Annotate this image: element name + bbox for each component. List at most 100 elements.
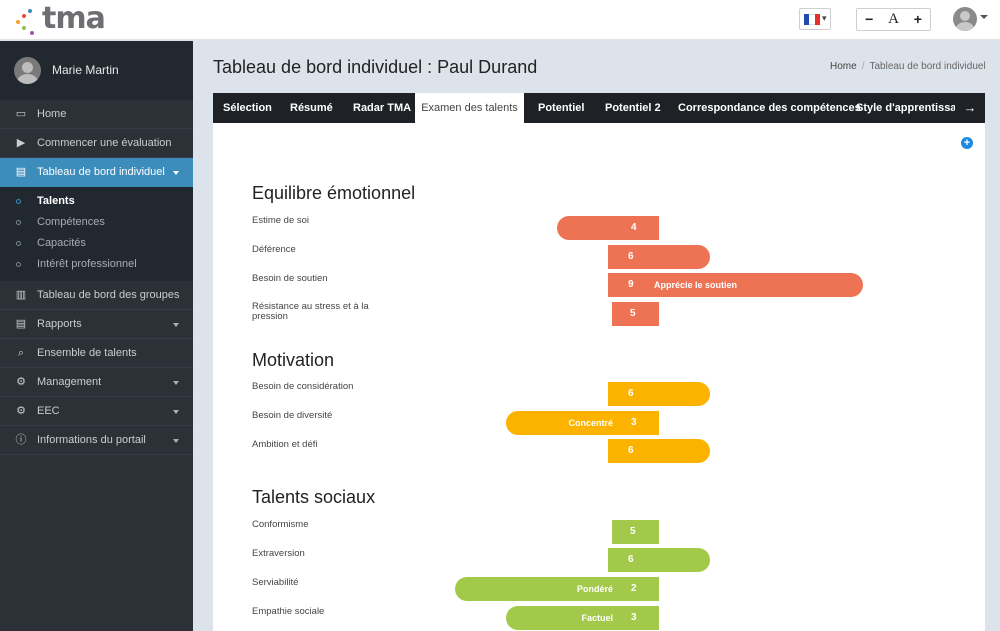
font-size-controls: − A + — [856, 8, 931, 31]
sidebar-item-home[interactable]: ▭ Home — [0, 100, 193, 129]
talent-bar: 6 — [608, 548, 710, 572]
cogs-icon: ⚙ — [16, 405, 26, 417]
document-icon: ▤ — [15, 318, 27, 330]
tma-logo[interactable]: tma — [12, 1, 112, 36]
bar-note: Apprécie le soutien — [654, 280, 738, 290]
breadcrumb: Home / Tableau de bord individuel — [830, 61, 986, 72]
bar-value: 6 — [628, 554, 634, 565]
row-label: Extraversion — [252, 548, 305, 559]
sidebar-item-portal-info[interactable]: ⓘ Informations du portail — [0, 426, 193, 455]
sidebar-item-management[interactable]: ⚙ Management — [0, 368, 193, 397]
talent-bar: 3 Concentré — [506, 411, 659, 435]
bar-value: 5 — [630, 526, 636, 537]
submenu-item-capacites[interactable]: Capacités — [0, 233, 193, 254]
tab-potentiel[interactable]: Potentiel — [538, 93, 584, 123]
bar-value: 3 — [631, 612, 637, 623]
tab-radar-tma[interactable]: Radar TMA — [353, 93, 411, 123]
submenu-item-interet-professionnel[interactable]: Intérêt professionnel — [0, 254, 193, 275]
bar-note: Pondéré — [576, 584, 613, 594]
bar-note: Factuel — [581, 613, 613, 623]
bar-value: 6 — [628, 251, 634, 262]
bar-value: 9 — [628, 279, 634, 290]
sidebar-item-individual-dashboard[interactable]: ▤ Tableau de bord individuel — [0, 158, 193, 187]
bar-value: 6 — [628, 388, 634, 399]
logo-text: tma — [42, 1, 106, 36]
language-selector[interactable]: ▾ — [799, 8, 831, 30]
row-label: Serviabilité — [252, 577, 299, 588]
top-bar: tma ▾ − A + — [0, 0, 1000, 40]
reset-font-button[interactable]: A — [881, 9, 905, 30]
row-label: Ambition et défi — [252, 439, 318, 450]
bar-value: 2 — [631, 583, 637, 594]
info-icon: ⓘ — [15, 434, 27, 446]
user-menu-caret-icon[interactable] — [980, 15, 988, 19]
sidebar-item-label: EEC — [37, 405, 60, 417]
cogs-icon: ⚙ — [16, 376, 26, 388]
search-icon: ⌕ — [17, 347, 25, 359]
section-title-emotional: Equilibre émotionnel — [252, 183, 416, 203]
chevron-down-icon — [173, 323, 179, 327]
sidebar-item-label: Management — [37, 376, 102, 388]
bar-value: 4 — [631, 222, 637, 233]
logo-dot — [16, 20, 20, 24]
section-title-motivation: Motivation — [252, 350, 335, 370]
tab-examen-des-talents[interactable]: Examen des talents — [415, 93, 524, 123]
circle-icon — [16, 220, 21, 225]
row-label: Conformisme — [252, 519, 309, 530]
submenu-item-label: Talents — [37, 195, 75, 207]
chevron-down-icon — [173, 171, 179, 175]
avatar-head — [960, 11, 970, 21]
tab-potentiel-2[interactable]: Potentiel 2 — [605, 93, 661, 123]
talent-bar: 9 Apprécie le soutien — [608, 273, 863, 297]
sidebar-item-label: Tableau de bord individuel — [37, 166, 165, 178]
tab-resume[interactable]: Résumé — [290, 93, 333, 123]
user-avatar[interactable] — [953, 7, 977, 31]
logo-dot — [30, 31, 34, 35]
sidebar: Marie Martin ▭ Home ▶ Commencer une éval… — [0, 41, 193, 631]
row-label: Besoin de soutien — [252, 273, 328, 284]
row-label: Besoin de considération — [252, 381, 354, 392]
sidebar-item-start-evaluation[interactable]: ▶ Commencer une évaluation — [0, 129, 193, 158]
tab-style-apprentissage[interactable]: Style d'apprentissage — [856, 93, 969, 123]
submenu-item-label: Intérêt professionnel — [37, 258, 137, 270]
monitor-icon: ▭ — [15, 108, 27, 120]
play-icon: ▶ — [16, 137, 26, 149]
tab-selection[interactable]: Sélection — [223, 93, 272, 123]
tab-correspondance-competences[interactable]: Correspondance des compétences — [678, 93, 861, 123]
logo-dot — [22, 26, 26, 30]
tab-scroll-right-icon[interactable]: → — [955, 93, 985, 123]
sidebar-item-label: Tableau de bord des groupes — [37, 289, 180, 301]
chevron-down-icon — [173, 410, 179, 414]
circle-icon — [16, 241, 21, 246]
sidebar-avatar — [14, 57, 41, 84]
file-icon: ▤ — [15, 166, 27, 178]
book-icon: ▥ — [15, 289, 27, 301]
sidebar-item-talent-pool[interactable]: ⌕ Ensemble de talents — [0, 339, 193, 368]
decrease-font-button[interactable]: − — [857, 9, 881, 30]
sidebar-item-reports[interactable]: ▤ Rapports — [0, 310, 193, 339]
bar-value: 6 — [628, 445, 634, 456]
talent-bar: 6 — [608, 382, 710, 406]
sidebar-item-group-dashboard[interactable]: ▥ Tableau de bord des groupes — [0, 281, 193, 310]
expand-plus-icon[interactable]: + — [961, 137, 973, 149]
circle-icon — [16, 262, 21, 267]
sidebar-item-eec[interactable]: ⚙ EEC — [0, 397, 193, 426]
individual-dashboard-submenu: Talents Compétences Capacités Intérêt pr… — [0, 187, 193, 281]
sidebar-item-label: Rapports — [37, 318, 82, 330]
increase-font-button[interactable]: + — [906, 9, 930, 30]
page-title: Tableau de bord individuel : Paul Durand — [213, 57, 538, 77]
breadcrumb-current: Tableau de bord individuel — [869, 61, 986, 72]
row-label: Estime de soi — [252, 215, 310, 226]
chevron-down-icon: ▾ — [822, 13, 827, 23]
section-title-social: Talents sociaux — [252, 487, 376, 507]
submenu-item-label: Compétences — [37, 216, 105, 228]
submenu-item-competences[interactable]: Compétences — [0, 212, 193, 233]
submenu-item-talents[interactable]: Talents — [0, 191, 193, 212]
breadcrumb-home-link[interactable]: Home — [830, 61, 857, 72]
bar-note: Concentré — [568, 418, 613, 428]
bar-value: 5 — [630, 308, 636, 319]
sidebar-user-name: Marie Martin — [52, 63, 119, 77]
logo-dot — [28, 9, 32, 13]
breadcrumb-separator: / — [861, 61, 865, 72]
talent-bar: 5 — [612, 302, 659, 326]
